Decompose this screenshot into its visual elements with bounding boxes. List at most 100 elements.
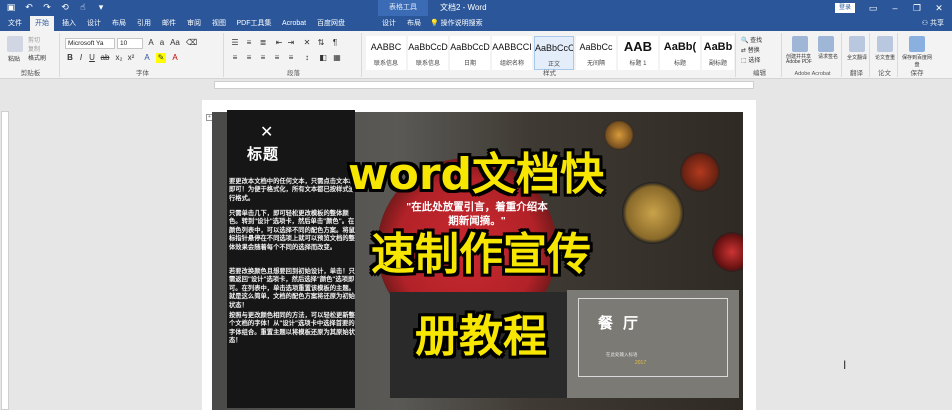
close-icon[interactable]: ✕	[928, 0, 950, 16]
clipboard-group: 粘贴 剪切 复制 格式刷 剪贴板	[2, 33, 60, 77]
strikethrough-icon[interactable]: ab	[100, 53, 110, 63]
tab-file[interactable]: 文件	[4, 16, 26, 31]
minimize-icon[interactable]: –	[884, 0, 906, 16]
change-case-icon[interactable]: Aa	[170, 38, 180, 48]
tab-design[interactable]: 设计	[83, 16, 105, 31]
subscript-icon[interactable]: x₂	[114, 53, 124, 63]
tab-review[interactable]: 审阅	[183, 16, 205, 31]
style-item[interactable]: AaBb 副标题	[702, 36, 734, 70]
request-signature-icon[interactable]	[818, 36, 834, 52]
font-color-icon[interactable]: A	[170, 53, 180, 63]
style-item-selected[interactable]: AaBbCcC 正文	[534, 36, 574, 70]
paper-check-icon[interactable]	[877, 36, 893, 52]
style-item[interactable]: AaBbCcD 联系信息	[408, 36, 448, 70]
style-name: 无间隔	[586, 61, 605, 67]
style-sample: AaBb(	[663, 41, 697, 53]
line-spacing-icon[interactable]: ↕	[302, 53, 312, 63]
translate-icon[interactable]	[849, 36, 865, 52]
style-item[interactable]: AaBbCc 无间隔	[576, 36, 616, 70]
select-label: 选择	[748, 58, 761, 64]
full-text-translate-button[interactable]: 全文翻译	[846, 54, 868, 61]
style-name: 标题	[673, 61, 686, 67]
person-icon: ⚇	[921, 20, 929, 27]
create-pdf-icon[interactable]	[792, 36, 808, 52]
superscript-icon[interactable]: x²	[126, 53, 136, 63]
tab-insert[interactable]: 插入	[58, 16, 80, 31]
shading-icon[interactable]: ◧	[318, 53, 328, 63]
clear-format-icon[interactable]: ⌫	[186, 38, 197, 48]
paper-check-button[interactable]: 论文查重	[874, 54, 896, 61]
style-item[interactable]: AaBb( 标题	[660, 36, 700, 70]
chinese-layout-icon[interactable]: ✕	[302, 38, 312, 48]
justify-icon[interactable]: ≡	[272, 53, 282, 63]
style-item[interactable]: AABBCCI 组织名称	[492, 36, 532, 70]
bullets-icon[interactable]: ☰	[230, 38, 240, 48]
font-size-select[interactable]: 10	[117, 38, 143, 49]
tab-pdf-tools[interactable]: PDF工具集	[233, 16, 275, 31]
ribbon-options-icon[interactable]: ▭	[862, 0, 884, 16]
align-left-icon[interactable]: ≡	[230, 53, 240, 63]
italic-icon[interactable]: I	[76, 53, 86, 63]
cut-button[interactable]: 剪切	[28, 35, 40, 44]
tab-mailings[interactable]: 邮件	[158, 16, 180, 31]
style-sample: AaBbCcC	[535, 43, 573, 53]
paste-button[interactable]: 粘贴	[8, 54, 20, 63]
font-name-select[interactable]: Microsoft Ya	[65, 38, 115, 49]
login-button[interactable]: 登录	[835, 3, 855, 13]
tab-layout[interactable]: 布局	[108, 16, 130, 31]
text-effects-icon[interactable]: A	[142, 53, 152, 63]
style-sample: AaBbCc	[579, 42, 613, 52]
customize-icon[interactable]: ▾	[96, 2, 106, 12]
tab-acrobat[interactable]: Acrobat	[277, 16, 311, 31]
translate-group-label: 翻译	[850, 70, 863, 77]
underline-icon[interactable]: U	[87, 53, 97, 63]
undo-icon[interactable]: ↶	[24, 2, 34, 12]
restore-icon[interactable]: ❐	[906, 0, 928, 16]
grow-font-icon[interactable]: A	[146, 38, 156, 48]
show-marks-icon[interactable]: ¶	[330, 38, 340, 48]
tab-view[interactable]: 视图	[208, 16, 230, 31]
bold-icon[interactable]: B	[65, 53, 75, 63]
baidu-cloud-icon[interactable]	[909, 36, 925, 52]
horizontal-ruler[interactable]	[0, 79, 952, 91]
multilevel-list-icon[interactable]: ≣	[258, 38, 268, 48]
font-group: Microsoft Ya 10 A a Aa ⌫ B I U ab x₂ x² …	[62, 33, 224, 77]
tab-home[interactable]: 开始	[30, 16, 54, 31]
select-button[interactable]: ⬚ 选择	[741, 55, 760, 64]
style-item[interactable]: AaBbCcD 日期	[450, 36, 490, 70]
touch-icon[interactable]: ☝	[78, 2, 88, 12]
style-name: 组织名称	[499, 61, 524, 67]
increase-indent-icon[interactable]: ⇥	[286, 38, 296, 48]
decrease-indent-icon[interactable]: ⇤	[274, 38, 284, 48]
style-sample: AaBbCcD	[408, 42, 448, 52]
redo-icon[interactable]: ↷	[42, 2, 52, 12]
tell-me-search[interactable]: 💡 操作说明搜索	[430, 16, 510, 31]
save-to-netdisk-button[interactable]: 保存到百度网盘	[902, 54, 932, 68]
format-painter-button[interactable]: 格式刷	[28, 53, 46, 62]
style-name: 标题 1	[629, 61, 647, 67]
replace-button[interactable]: ⇄ 替换	[741, 45, 760, 54]
share-button[interactable]: ⚇ 共享	[922, 16, 944, 31]
shrink-font-icon[interactable]: a	[157, 38, 167, 48]
tab-table-design[interactable]: 设计	[378, 16, 400, 31]
style-item[interactable]: AAB 标题 1	[618, 36, 658, 70]
acrobat-group: 创建并共享 Adobe PDF 请求签名 Adobe Acrobat	[784, 33, 842, 77]
pull-quote[interactable]: "在此处放置引言，着重介绍本期新闻摘。"	[402, 200, 552, 228]
tab-table-layout[interactable]: 布局	[403, 16, 425, 31]
numbering-icon[interactable]: ≡	[244, 38, 254, 48]
copy-button[interactable]: 复制	[28, 44, 40, 53]
style-item[interactable]: AABBC 联系信息	[366, 36, 406, 70]
distributed-icon[interactable]: ≡	[286, 53, 296, 63]
highlight-icon[interactable]: ✎	[156, 53, 166, 63]
tab-references[interactable]: 引用	[133, 16, 155, 31]
align-right-icon[interactable]: ≡	[258, 53, 268, 63]
request-signature-label[interactable]: 请求签名	[818, 53, 838, 60]
paste-icon[interactable]	[7, 36, 23, 52]
save-icon[interactable]: ▣	[6, 2, 16, 12]
find-button[interactable]: 🔍 查找	[741, 35, 762, 44]
align-center-icon[interactable]: ≡	[244, 53, 254, 63]
sort-icon[interactable]: ⇅	[316, 38, 326, 48]
borders-icon[interactable]: ▦	[332, 53, 342, 63]
repeat-icon[interactable]: ⟲	[60, 2, 70, 12]
tab-baidu-netdisk[interactable]: 百度网盘	[313, 16, 349, 31]
